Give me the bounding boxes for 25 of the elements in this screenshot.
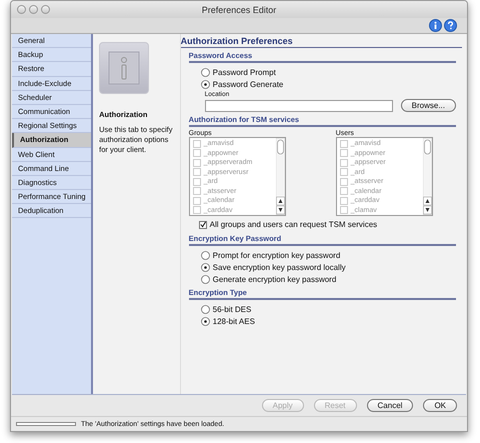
radio-button[interactable] bbox=[200, 316, 210, 326]
window-title: Preferences Editor bbox=[202, 4, 276, 14]
radio-label: Prompt for encryption key password bbox=[212, 250, 340, 260]
location-field[interactable] bbox=[204, 100, 393, 112]
radio-button[interactable] bbox=[200, 80, 210, 88]
info-icon bbox=[99, 42, 150, 94]
dialog-button[interactable]: OK bbox=[423, 399, 457, 412]
radio-button[interactable] bbox=[200, 304, 210, 314]
radio-label: Generate encryption key password bbox=[212, 274, 336, 284]
radio-label: Password Prompt bbox=[212, 68, 276, 76]
radio-label: 56-bit DES bbox=[212, 304, 252, 314]
info-icon[interactable] bbox=[429, 19, 442, 32]
radio-label: Password Generate bbox=[212, 80, 284, 88]
checkbox[interactable] bbox=[198, 220, 207, 228]
dialog-button[interactable]: Cancel bbox=[366, 399, 414, 412]
radio-button[interactable] bbox=[200, 68, 210, 76]
radio-button[interactable] bbox=[200, 262, 210, 272]
radio-label: Save encryption key password locally bbox=[212, 262, 346, 272]
radio-label: 128-bit AES bbox=[212, 316, 255, 326]
radio-button[interactable] bbox=[200, 250, 210, 260]
radio-button[interactable] bbox=[200, 274, 210, 284]
preferences-title: Authorization Preferences bbox=[180, 36, 462, 48]
checkbox-label: All groups and users can request TSM services bbox=[210, 220, 378, 229]
browse-button[interactable]: Browse... bbox=[400, 99, 456, 112]
help-icon[interactable] bbox=[444, 19, 457, 32]
